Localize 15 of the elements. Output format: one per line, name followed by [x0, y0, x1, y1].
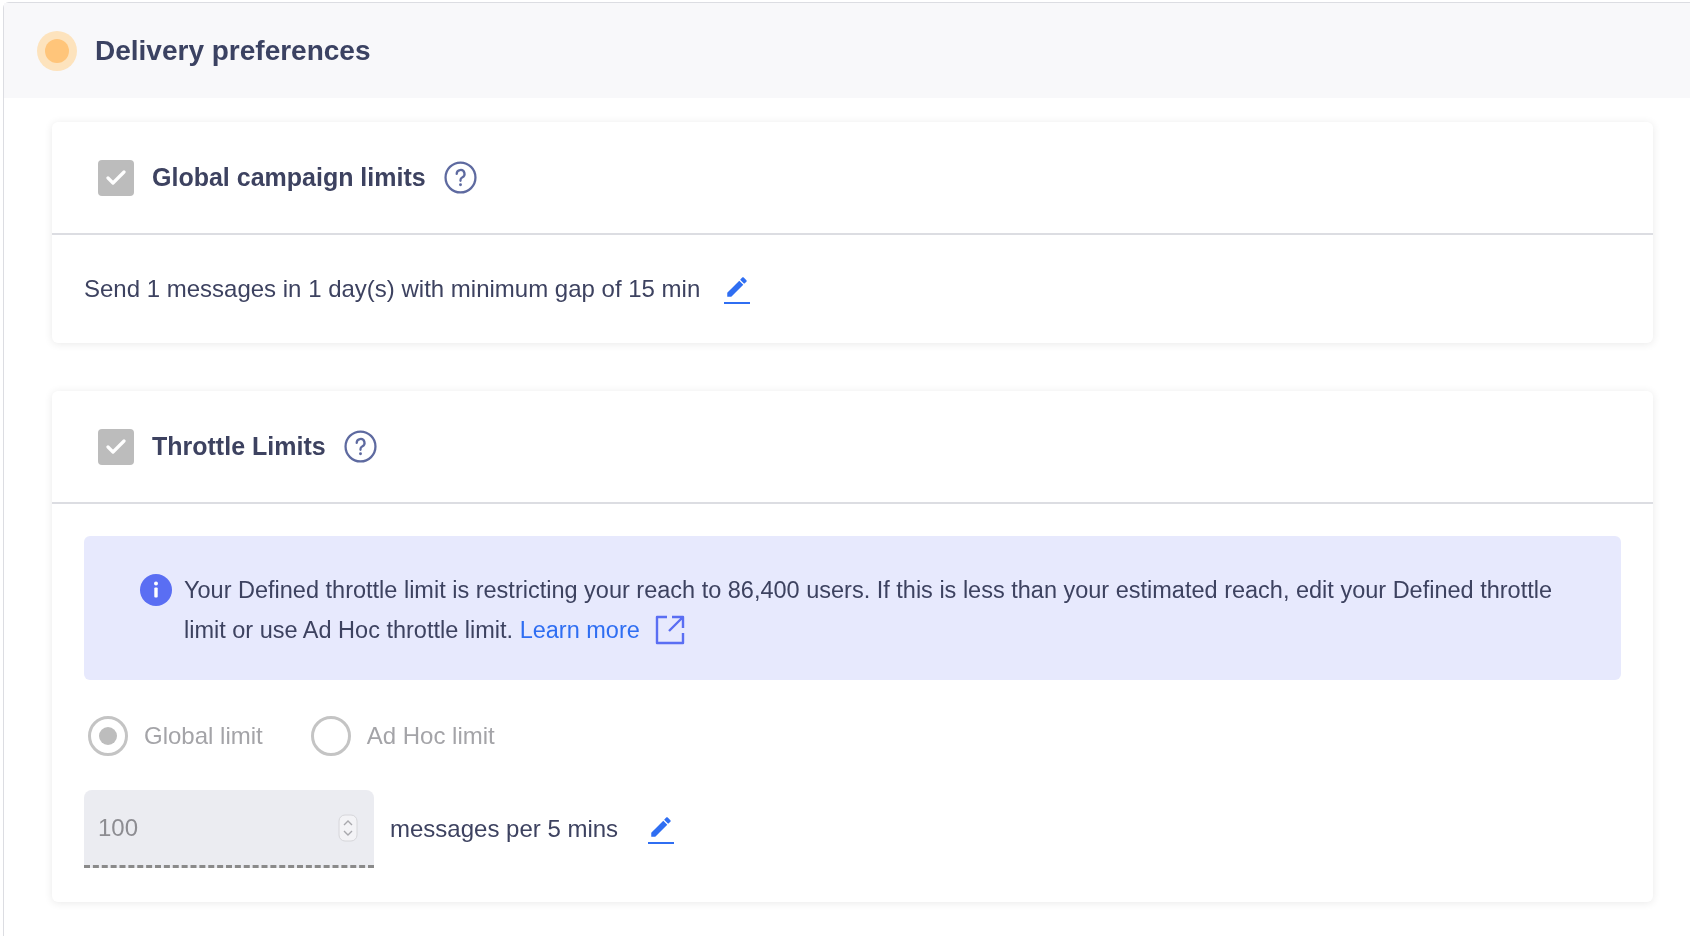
- limit-summary: Send 1 messages in 1 day(s) with minimum gap of 15 min: [84, 275, 701, 303]
- edit-button[interactable]: [724, 274, 751, 304]
- card-title: Global campaign limits: [152, 163, 426, 192]
- external-link-icon: [653, 614, 686, 646]
- section-title: Delivery preferences: [95, 34, 371, 67]
- card-title: Throttle Limits: [152, 432, 326, 461]
- help-icon[interactable]: [343, 430, 377, 463]
- limit-unit: messages per 5 mins: [390, 815, 619, 843]
- help-icon[interactable]: [443, 161, 477, 194]
- check-icon: [106, 438, 126, 455]
- check-icon: [106, 169, 126, 186]
- info-message: Your Defined throttle limit is restricting your reach to 86,400 users. If this is less than your estimated reach, edit your Defined throttle limit or use Ad Hoc throttle limit. Learn more: [184, 570, 1561, 650]
- status-dot-icon: [37, 30, 77, 71]
- edit-button[interactable]: [648, 814, 675, 844]
- info-icon: [140, 574, 172, 606]
